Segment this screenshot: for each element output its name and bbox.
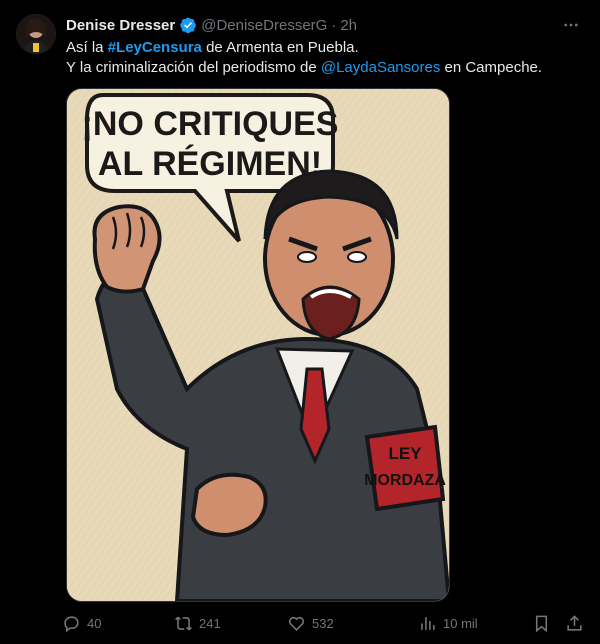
cartoon-illustration: ¡NO CRITIQUES AL RÉGIMEN! LEY MORDAZA xyxy=(67,89,449,601)
line1-suffix: de Armenta en Puebla. xyxy=(201,39,359,56)
avatar[interactable] xyxy=(16,14,56,54)
retweet-icon xyxy=(175,616,192,630)
armband xyxy=(364,424,446,512)
speech-line-1: ¡NO CRITIQUES xyxy=(82,105,339,143)
bookmark-icon xyxy=(535,615,548,632)
share-button[interactable] xyxy=(565,610,590,636)
verified-badge-icon xyxy=(179,16,197,34)
line2-prefix: Y la criminalización del periodismo de xyxy=(66,59,321,76)
views-bar-icon xyxy=(421,616,435,630)
line2-suffix: en Campeche. xyxy=(440,59,543,76)
more-dots-icon[interactable] xyxy=(560,14,582,36)
reply-count: 40 xyxy=(87,615,102,631)
armband-line-1: LEY xyxy=(388,444,422,463)
retweet-button[interactable]: 241 xyxy=(174,610,221,636)
speech-line-2: AL RÉGIMEN! xyxy=(98,145,322,183)
separator-dot: · xyxy=(331,16,337,34)
views-count: 10 mil xyxy=(443,615,478,631)
reply-icon xyxy=(64,615,79,632)
line1-prefix: Así la xyxy=(66,39,108,56)
lower-hand xyxy=(190,472,268,538)
reply-button[interactable]: 40 xyxy=(62,610,101,636)
timestamp[interactable]: 2h xyxy=(340,17,357,34)
armband-line-2: MORDAZA xyxy=(364,472,446,489)
retweet-count: 241 xyxy=(199,615,221,631)
tweet-card[interactable]: Denise Dresser @DeniseDresserG · 2h Así … xyxy=(0,0,600,644)
bookmark-button[interactable] xyxy=(532,610,557,636)
tweet-header: Denise Dresser @DeniseDresserG · 2h xyxy=(66,14,584,36)
tweet-text-line-1: Así la #LeyCensura de Armenta en Puebla. xyxy=(66,38,584,58)
share-icon xyxy=(567,614,582,631)
author-handle[interactable]: @DeniseDresserG xyxy=(201,17,327,34)
like-count: 532 xyxy=(312,615,334,631)
tweet-text-line-2: Y la criminalización del periodismo de @… xyxy=(66,58,584,78)
heart-icon xyxy=(288,616,305,631)
tweet-actions: 40 241 532 10 mil xyxy=(62,610,592,636)
tweet-image[interactable]: ¡NO CRITIQUES AL RÉGIMEN! LEY MORDAZA xyxy=(66,88,450,602)
tweet-text: Así la #LeyCensura de Armenta en Puebla.… xyxy=(66,38,584,78)
views-button[interactable]: 10 mil xyxy=(418,610,478,636)
mention-link[interactable]: @LaydaSansores xyxy=(321,59,440,76)
author-name[interactable]: Denise Dresser xyxy=(66,17,175,34)
avatar-image xyxy=(16,14,56,54)
hashtag-link[interactable]: #LeyCensura xyxy=(108,39,202,56)
like-button[interactable]: 532 xyxy=(287,610,334,636)
